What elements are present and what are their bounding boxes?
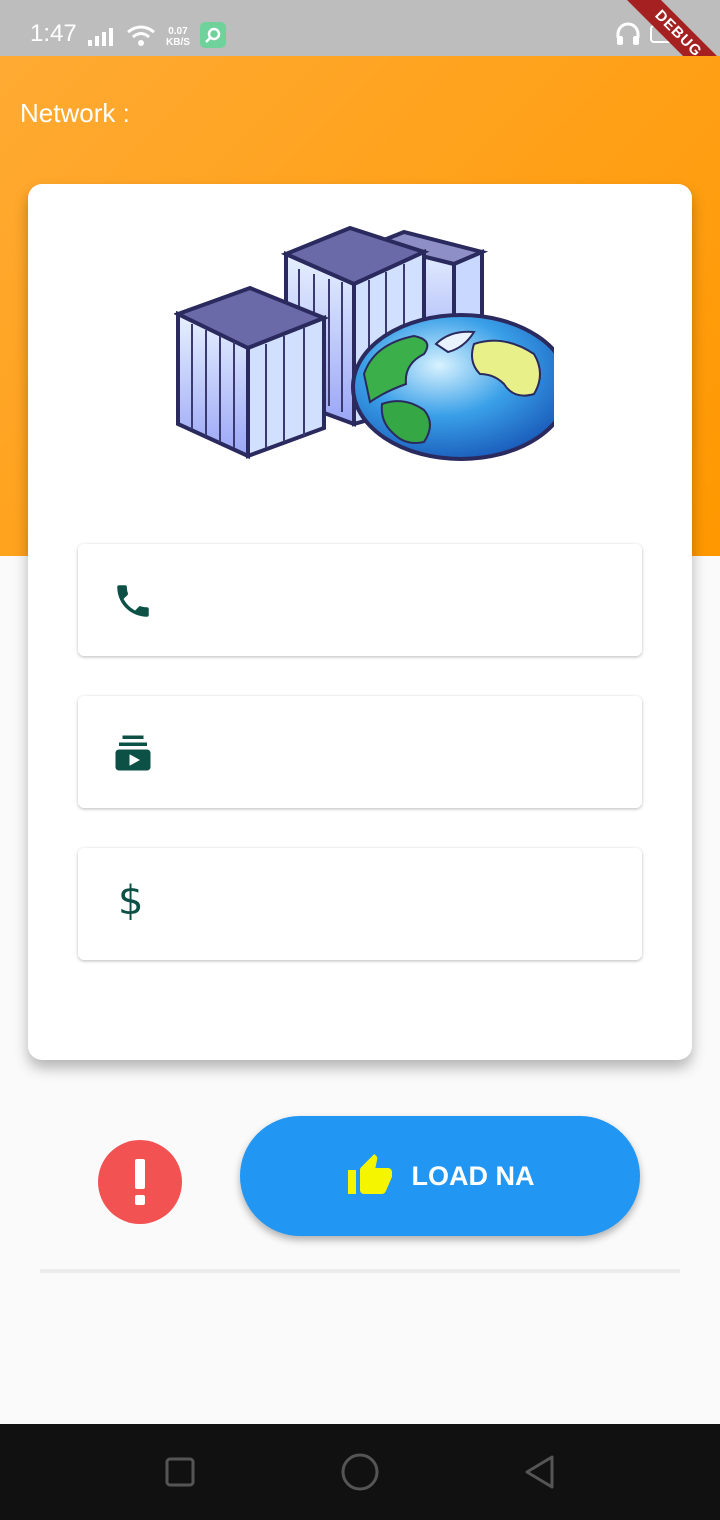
load-button[interactable]: LOAD NA: [240, 1116, 640, 1236]
network-speed: 0.07 KB/S: [166, 26, 190, 48]
headset-icon: [616, 22, 640, 45]
network-card: $: [28, 184, 692, 1060]
app-notification-icon: [199, 22, 226, 48]
status-time: 1:47: [30, 20, 77, 47]
thumb-up-icon: [347, 1154, 392, 1194]
phone-number-field[interactable]: [78, 544, 642, 656]
signal-icon: [88, 28, 113, 46]
home-button[interactable]: [340, 1452, 380, 1492]
phone-icon: [117, 585, 149, 617]
exclamation-icon: [135, 1159, 145, 1205]
network-speed-unit: KB/S: [166, 37, 190, 48]
navigation-bar: [0, 1424, 720, 1520]
wifi-icon: [127, 25, 155, 46]
alert-button[interactable]: [98, 1140, 182, 1224]
back-button[interactable]: [522, 1454, 558, 1490]
subscriptions-icon: [115, 735, 151, 771]
network-buildings-globe-illustration: [174, 225, 554, 461]
amount-field[interactable]: $: [78, 848, 642, 960]
network-speed-value: 0.07: [168, 26, 188, 37]
divider: [40, 1269, 680, 1273]
status-bar: 1:47 0.07 KB/S 68: [0, 0, 720, 56]
dollar-icon: $: [118, 878, 144, 924]
recent-apps-button[interactable]: [164, 1456, 196, 1488]
load-button-label: LOAD NA: [411, 1160, 535, 1191]
page-title: Network :: [20, 98, 130, 128]
subscription-field[interactable]: [78, 696, 642, 808]
